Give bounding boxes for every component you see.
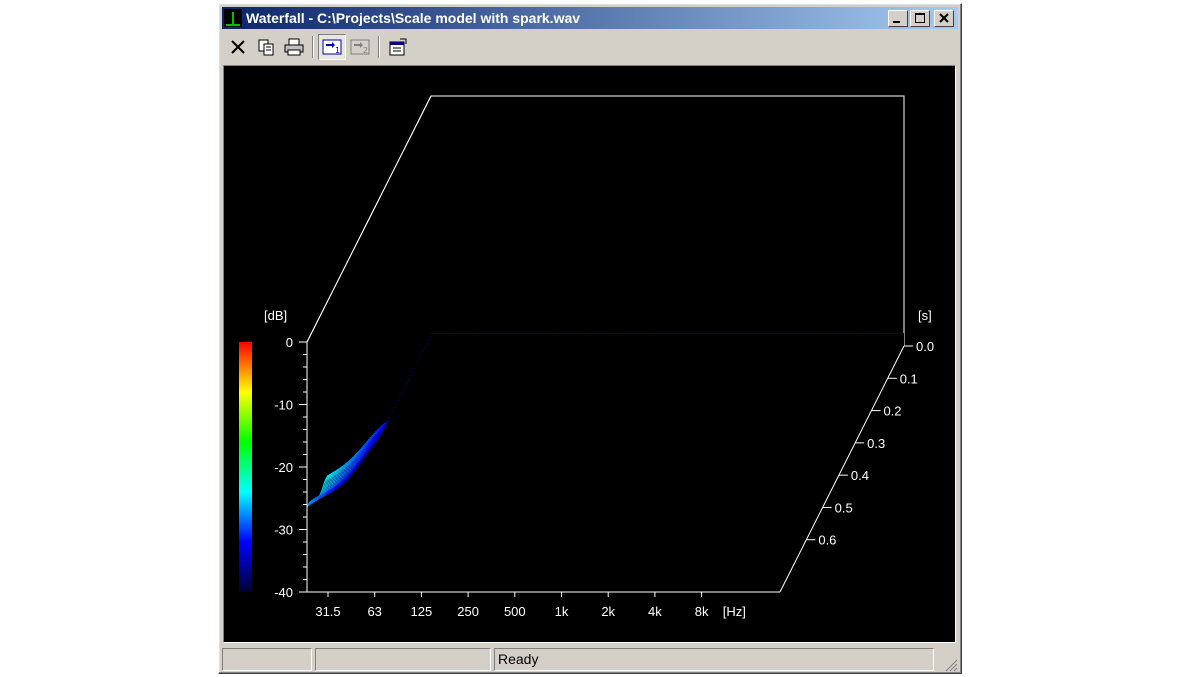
properties-icon[interactable] bbox=[384, 34, 412, 60]
close-button[interactable] bbox=[934, 10, 954, 27]
copy-icon[interactable] bbox=[252, 34, 280, 60]
minimize-button[interactable] bbox=[888, 10, 908, 27]
window-title: Waterfall - C:\Projects\Scale model with… bbox=[246, 10, 580, 26]
title-bar[interactable]: Waterfall - C:\Projects\Scale model with… bbox=[222, 7, 958, 29]
waterfall-window: Waterfall - C:\Projects\Scale model with… bbox=[218, 3, 962, 674]
print-icon[interactable] bbox=[280, 34, 308, 60]
maximize-button[interactable] bbox=[910, 10, 930, 27]
waterfall-surface bbox=[307, 334, 904, 593]
waterfall-chart-svg: 0-10-20-30-40[dB]31.5631252505001k2k4k8k… bbox=[224, 66, 957, 644]
box-outline bbox=[307, 96, 904, 346]
waterfall-plot[interactable]: 0-10-20-30-40[dB]31.5631252505001k2k4k8k… bbox=[223, 65, 956, 643]
waterfall-app-icon bbox=[224, 9, 242, 27]
view-mode-2-icon[interactable]: 2 bbox=[346, 34, 374, 60]
toolbar-separator bbox=[378, 36, 380, 58]
view-mode-1-icon[interactable]: 1 bbox=[318, 34, 346, 60]
toolbar: 1 2 bbox=[222, 32, 958, 62]
close-x-icon[interactable] bbox=[224, 34, 252, 60]
toolbar-separator bbox=[312, 36, 314, 58]
